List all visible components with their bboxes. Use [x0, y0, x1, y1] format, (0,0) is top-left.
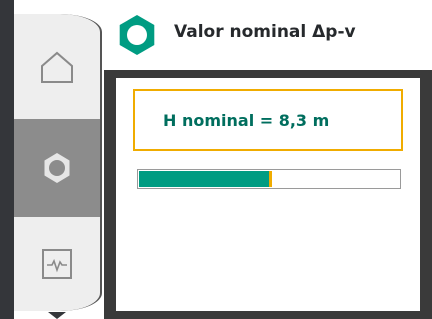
side-menu [14, 14, 102, 311]
left-dark-edge [0, 0, 14, 319]
page-title: Valor nominal Δp-v [174, 22, 356, 42]
graph-icon [42, 249, 72, 279]
progress-fill [139, 171, 269, 187]
gear-icon [119, 15, 155, 55]
settings-button[interactable] [14, 121, 100, 215]
setpoint-progress-bar [137, 169, 401, 189]
content-panel: H nominal = 8,3 m [116, 78, 420, 311]
home-icon [41, 51, 73, 83]
gear-icon [44, 153, 70, 183]
graph-button[interactable] [14, 217, 100, 311]
progress-marker [269, 171, 272, 187]
setpoint-value-field[interactable]: H nominal = 8,3 m [133, 89, 403, 151]
scroll-down-icon[interactable] [48, 312, 66, 319]
setpoint-label: H nominal = 8,3 m [163, 110, 330, 130]
main-area: H nominal = 8,3 m [104, 70, 432, 319]
home-button[interactable] [14, 14, 100, 119]
header: Valor nominal Δp-v [104, 0, 432, 70]
